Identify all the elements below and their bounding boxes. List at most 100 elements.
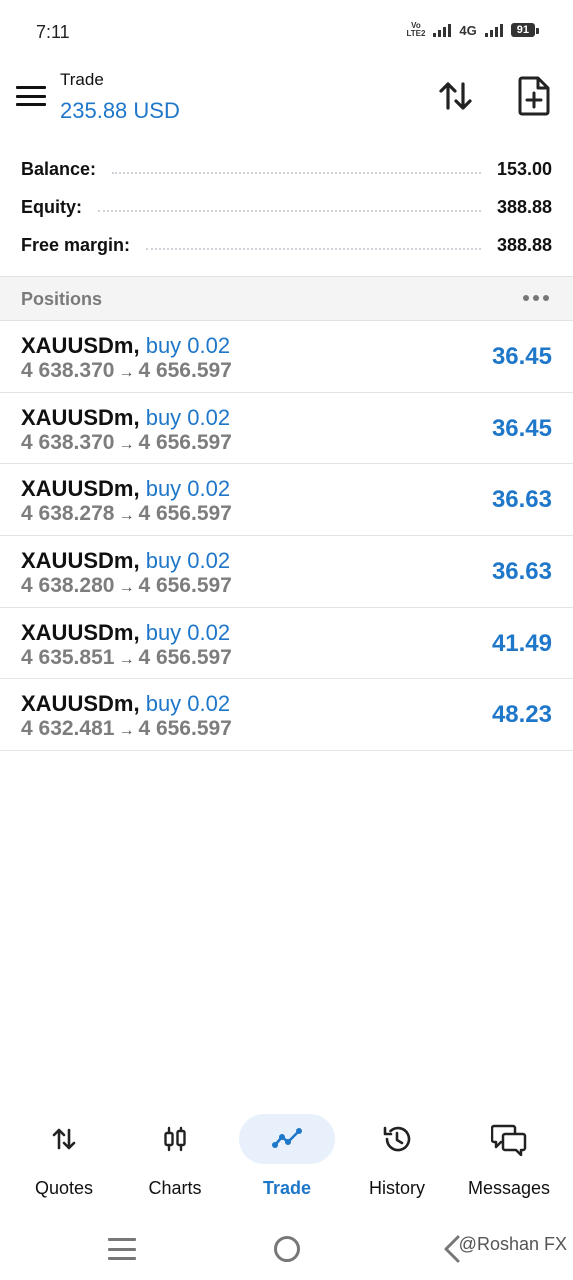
position-row[interactable]: XAUUSDm, buy 0.02 4 638.370 → 4 656.597 36… bbox=[0, 393, 573, 465]
current-price: 4 656.597 bbox=[138, 430, 232, 454]
balance-value: 153.00 bbox=[496, 158, 552, 179]
signal-icon bbox=[433, 23, 452, 37]
volte-indicator: Vo LTE2 bbox=[406, 22, 425, 38]
positions-title: Positions bbox=[21, 289, 103, 309]
position-profit: 41.49 bbox=[491, 629, 552, 657]
nav-icon-container bbox=[16, 1114, 112, 1164]
position-prices: 4 635.851 → 4 656.597 bbox=[21, 646, 232, 670]
quotes-arrows-icon bbox=[52, 1128, 76, 1150]
open-price: 4 638.278 bbox=[21, 502, 115, 526]
messages-icon bbox=[491, 1124, 527, 1156]
status-icons: Vo LTE2 4G 91 bbox=[406, 22, 540, 38]
position-row[interactable]: XAUUSDm, buy 0.02 4 638.280 → 4 656.597 36… bbox=[0, 536, 573, 608]
status-time: 7:11 bbox=[36, 22, 70, 42]
nav-label: Quotes bbox=[34, 1178, 94, 1198]
free-margin-value: 388.88 bbox=[496, 234, 552, 255]
current-price: 4 656.597 bbox=[138, 645, 232, 669]
position-prices: 4 638.278 → 4 656.597 bbox=[21, 502, 232, 526]
sort-button[interactable] bbox=[436, 76, 476, 116]
menu-button[interactable] bbox=[14, 82, 48, 110]
position-title: XAUUSDm, buy 0.02 bbox=[21, 405, 230, 431]
app-header: Trade 235.88 USD bbox=[0, 62, 573, 142]
nav-trade[interactable]: Trade bbox=[237, 1114, 337, 1204]
bottom-navigation: Quotes Charts Trade History Messages bbox=[0, 1108, 573, 1208]
position-row[interactable]: XAUUSDm, buy 0.02 4 638.278 → 4 656.597 36… bbox=[0, 464, 573, 537]
nav-charts[interactable]: Charts bbox=[125, 1114, 225, 1204]
position-side: buy 0.02 bbox=[145, 333, 231, 358]
network-type: 4G bbox=[459, 22, 477, 38]
position-profit: 36.45 bbox=[491, 414, 552, 442]
system-navigation-bar: @Roshan FX bbox=[0, 1218, 573, 1280]
nav-label: Charts bbox=[148, 1178, 202, 1198]
equity-label: Equity: bbox=[21, 196, 82, 217]
account-summary: Balance: 153.00 Equity: 388.88 Free marg… bbox=[0, 150, 573, 264]
position-prices: 4 632.481 → 4 656.597 bbox=[21, 717, 232, 741]
position-symbol: XAUUSDm, bbox=[21, 619, 140, 645]
position-symbol: XAUUSDm, bbox=[21, 691, 140, 717]
current-price: 4 656.597 bbox=[138, 574, 232, 598]
position-symbol: XAUUSDm, bbox=[21, 548, 140, 574]
position-row[interactable]: XAUUSDm, buy 0.02 4 638.370 → 4 656.597 36… bbox=[0, 321, 573, 393]
equity-row: Equity: 388.88 bbox=[0, 188, 573, 226]
position-row[interactable]: XAUUSDm, buy 0.02 4 635.851 → 4 656.597 41… bbox=[0, 608, 573, 680]
arrow-right-icon: → bbox=[118, 435, 135, 453]
arrow-right-icon: → bbox=[118, 579, 135, 597]
open-price: 4 635.851 bbox=[21, 645, 115, 669]
new-order-button[interactable] bbox=[514, 74, 554, 118]
more-dot-icon bbox=[533, 295, 539, 301]
arrow-right-icon: → bbox=[118, 722, 135, 740]
more-options-button[interactable] bbox=[523, 291, 549, 305]
nav-icon-container bbox=[349, 1114, 445, 1164]
position-title: XAUUSDm, buy 0.02 bbox=[21, 476, 230, 502]
position-prices: 4 638.280 → 4 656.597 bbox=[21, 574, 232, 598]
home-button[interactable] bbox=[274, 1236, 300, 1262]
volte-sub-label: LTE2 bbox=[406, 29, 426, 38]
position-side: buy 0.02 bbox=[145, 691, 231, 717]
more-dot-icon bbox=[523, 295, 529, 301]
nav-icon-container bbox=[127, 1114, 223, 1164]
position-prices: 4 638.370 → 4 656.597 bbox=[21, 431, 232, 455]
positions-section-header: Positions bbox=[0, 276, 573, 321]
position-side: buy 0.02 bbox=[145, 619, 231, 645]
balance-label: Balance: bbox=[21, 158, 97, 179]
arrow-right-icon: → bbox=[118, 364, 135, 381]
watermark: @Roshan FX bbox=[458, 1234, 567, 1254]
position-title: XAUUSDm, buy 0.02 bbox=[21, 620, 230, 646]
position-side: buy 0.02 bbox=[145, 476, 231, 502]
position-row[interactable]: XAUUSDm, buy 0.02 4 632.481 → 4 656.597 48… bbox=[0, 679, 573, 752]
position-title: XAUUSDm, buy 0.02 bbox=[21, 333, 230, 359]
nav-messages[interactable]: Messages bbox=[459, 1114, 559, 1204]
nav-quotes[interactable]: Quotes bbox=[14, 1114, 114, 1204]
open-price: 4 638.280 bbox=[21, 574, 115, 598]
position-profit: 36.45 bbox=[491, 343, 552, 370]
positions-list: XAUUSDm, buy 0.02 4 638.370 → 4 656.597 36… bbox=[0, 321, 573, 752]
nav-label: Trade bbox=[262, 1178, 312, 1198]
position-profit: 48.23 bbox=[491, 701, 552, 729]
position-title: XAUUSDm, buy 0.02 bbox=[21, 691, 230, 717]
nav-label: History bbox=[368, 1178, 425, 1198]
dot-leader bbox=[112, 172, 481, 174]
free-margin-label: Free margin: bbox=[21, 234, 131, 255]
add-document-icon bbox=[518, 76, 550, 116]
current-price: 4 656.597 bbox=[138, 359, 232, 382]
position-symbol: XAUUSDm, bbox=[21, 333, 140, 358]
dot-leader bbox=[146, 248, 481, 250]
position-prices: 4 638.370 → 4 656.597 bbox=[21, 359, 232, 383]
recent-apps-button[interactable] bbox=[108, 1238, 136, 1260]
nav-label: Messages bbox=[467, 1178, 551, 1198]
position-side: buy 0.02 bbox=[145, 404, 231, 430]
current-price: 4 656.597 bbox=[138, 717, 232, 741]
nav-icon-container bbox=[239, 1114, 335, 1164]
status-bar: 7:11 Vo LTE2 4G 91 bbox=[0, 0, 573, 62]
profit-total: 235.88 USD bbox=[60, 98, 180, 123]
current-price: 4 656.597 bbox=[138, 502, 232, 526]
position-symbol: XAUUSDm, bbox=[21, 476, 140, 502]
position-title: XAUUSDm, buy 0.02 bbox=[21, 548, 230, 574]
position-profit: 36.63 bbox=[491, 558, 552, 586]
equity-value: 388.88 bbox=[496, 196, 552, 217]
history-clock-icon bbox=[383, 1126, 411, 1152]
open-price: 4 632.481 bbox=[21, 717, 115, 741]
arrow-right-icon: → bbox=[118, 507, 135, 525]
nav-history[interactable]: History bbox=[347, 1114, 447, 1204]
balance-row: Balance: 153.00 bbox=[0, 150, 573, 188]
